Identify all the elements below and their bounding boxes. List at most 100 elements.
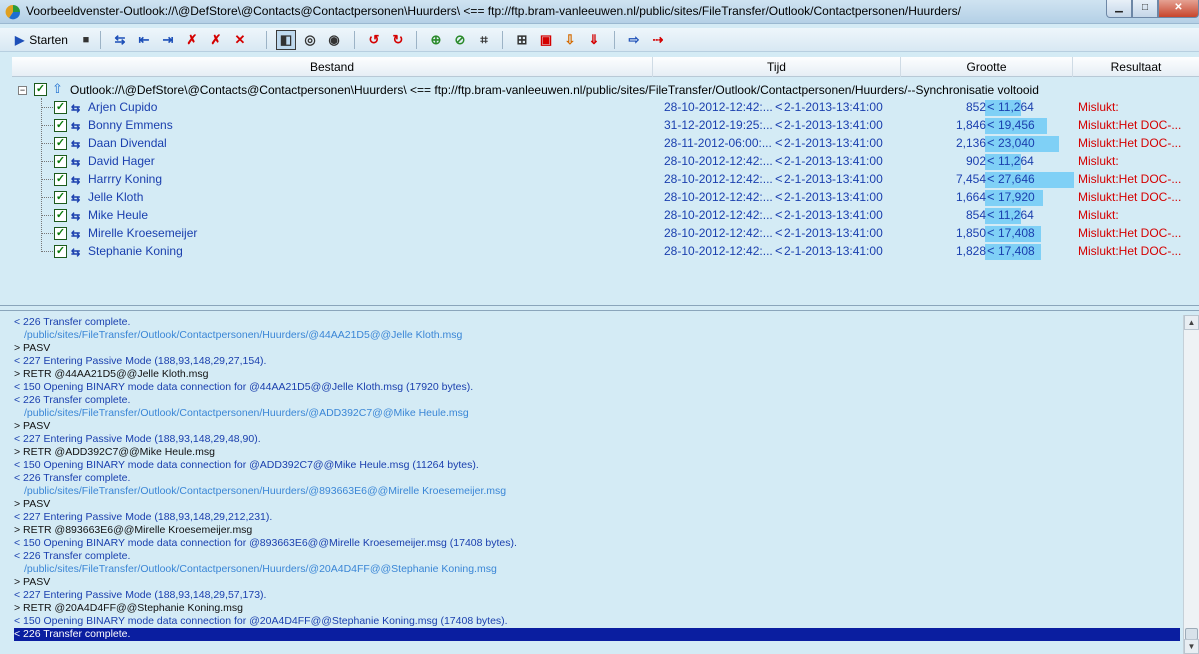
row-time-remote: 2-1-2013-13:41:00 [784,118,883,132]
upload-icon[interactable]: ⇥ [158,30,178,50]
log-line[interactable]: < 150 Opening BINARY mode data connectio… [14,537,1180,550]
view-changes-icon[interactable]: ◎ [300,30,320,50]
log-line[interactable]: /public/sites/FileTransfer/Outlook/Conta… [14,407,1180,420]
force-down-icon[interactable]: ⇓ [584,30,604,50]
root-checkbox[interactable]: ✓ [34,83,47,96]
row-checkbox[interactable]: ✓ [54,173,67,186]
scroll-down-button[interactable]: ▼ [1184,639,1199,654]
tree-view-icon[interactable]: ⊞ [512,30,532,50]
collapse-icon[interactable]: − [18,86,27,95]
log-line-selected[interactable]: < 226 Transfer complete. [14,628,1180,641]
view-conflicts-icon[interactable]: ◉ [324,30,344,50]
log-line[interactable]: > RETR @44AA21D5@@Jelle Kloth.msg [14,368,1180,381]
log-line[interactable]: > PASV [14,576,1180,589]
row-checkbox[interactable]: ✓ [54,227,67,240]
row-size-local: 1,828 [955,244,986,258]
tree-row[interactable]: ✓ ⇆ Arjen Cupido 28-10-2012-12:42:... <2-1-2… [12,99,1192,117]
row-result: Mislukt: [1078,154,1119,168]
scroll-up-button[interactable]: ▲ [1184,315,1199,330]
column-grootte[interactable]: Grootte [901,57,1073,77]
column-bestand[interactable]: Bestand [12,57,653,77]
column-resultaat[interactable]: Resultaat [1073,57,1199,77]
sync-direction-icon: ⇆ [71,121,81,133]
minimize-button[interactable]: ▁ [1106,0,1132,18]
select-all-icon[interactable]: ▣ [536,30,556,50]
row-checkbox[interactable]: ✓ [54,119,67,132]
tree-row[interactable]: ✓ ⇆ Mirelle Kroesemeijer 28-10-2012-12:42:.… [12,225,1192,243]
row-checkbox[interactable]: ✓ [54,209,67,222]
log-line[interactable]: > PASV [14,498,1180,511]
log-line[interactable]: < 150 Opening BINARY mode data connectio… [14,381,1180,394]
sync-both-icon[interactable]: ⇆ [110,30,130,50]
row-time-remote: 2-1-2013-13:41:00 [784,226,883,240]
row-name: Mirelle Kroesemeijer [88,226,198,240]
tree-row[interactable]: ✓ ⇆ Bonny Emmens 31-12-2012-19:25:... <2-1-2… [12,117,1192,135]
log-line[interactable]: > RETR @20A4D4FF@@Stephanie Koning.msg [14,602,1180,615]
row-checkbox[interactable]: ✓ [54,137,67,150]
tree-root[interactable]: − ✓ ⇧ Outlook://\@DefStore\@Contacts@Con… [12,81,1192,98]
log-line[interactable]: < 227 Entering Passive Mode (188,93,148,… [14,355,1180,368]
row-result: Mislukt: [1078,208,1119,222]
log-line[interactable]: < 227 Entering Passive Mode (188,93,148,… [14,589,1180,602]
delete-local-icon[interactable]: ✗ [182,30,202,50]
start-button[interactable]: ▶ Starten [12,30,76,50]
log-line[interactable]: /public/sites/FileTransfer/Outlook/Conta… [14,485,1180,498]
restore-local-icon[interactable]: ↺ [364,30,384,50]
compare-local-icon[interactable]: ⊕ [426,30,446,50]
tree-row[interactable]: ✓ ⇆ David Hager 28-10-2012-12:42:... <2-1-20… [12,153,1192,171]
log-line[interactable]: /public/sites/FileTransfer/Outlook/Conta… [14,563,1180,576]
log-line[interactable]: < 227 Entering Passive Mode (188,93,148,… [14,433,1180,446]
row-checkbox[interactable]: ✓ [54,245,67,258]
tree-row[interactable]: ✓ ⇆ Daan Divendal 28-11-2012-06:00:... <2-1-… [12,135,1192,153]
maximize-button[interactable]: □ [1132,0,1158,18]
stop-button[interactable]: ■ [76,30,96,50]
direction-icon: < [987,189,995,204]
direction-icon: < [775,99,783,114]
log-line[interactable]: > RETR @ADD392C7@@Mike Heule.msg [14,446,1180,459]
download-icon[interactable]: ⇤ [134,30,154,50]
log-line[interactable]: < 226 Transfer complete. [14,550,1180,563]
pane-splitter[interactable] [0,305,1199,311]
log-line[interactable]: > PASV [14,342,1180,355]
compare-remote-icon[interactable]: ⊘ [450,30,470,50]
log-scrollbar[interactable]: ▲ ▼ [1183,315,1199,654]
row-size-local: 854 [965,208,986,222]
clear-errors-icon[interactable]: ⇢ [648,30,668,50]
log-line[interactable]: < 150 Opening BINARY mode data connectio… [14,615,1180,628]
tree-row[interactable]: ✓ ⇆ Mike Heule 28-10-2012-12:42:... <2-1-201… [12,207,1192,225]
sync-direction-icon: ⇆ [71,247,81,259]
next-error-icon[interactable]: ⇨ [624,30,644,50]
restore-remote-icon[interactable]: ↻ [388,30,408,50]
log-line[interactable]: /public/sites/FileTransfer/Outlook/Conta… [14,329,1180,342]
row-checkbox[interactable]: ✓ [54,191,67,204]
tree-row[interactable]: ✓ ⇆ Harrry Koning 28-10-2012-12:42:... <2-1-… [12,171,1192,189]
log-line[interactable]: < 226 Transfer complete. [14,472,1180,485]
view-all-icon[interactable]: ◧ [276,30,296,50]
filter-icon[interactable]: ⌗ [474,30,494,50]
row-checkbox[interactable]: ✓ [54,155,67,168]
log-line[interactable]: > RETR @893663E6@@Mirelle Kroesemeijer.m… [14,524,1180,537]
file-tree: − ✓ ⇧ Outlook://\@DefStore\@Contacts@Con… [12,78,1199,304]
toolbar: ▶ Starten ■ ⇆ ⇤ ⇥ ✗ ✗ ✕ ◧ ◎ ◉ ↺ ↻ ⊕ ⊘ ⌗ ⊞ ▣ ⇩ ⇓ ⇨ ⇢ [0,28,1199,52]
column-tijd[interactable]: Tijd [653,57,901,77]
log-pane[interactable]: < 226 Transfer complete./public/sites/Fi… [12,315,1182,654]
close-button[interactable]: ✕ [1158,0,1199,18]
tree-row[interactable]: ✓ ⇆ Jelle Kloth 28-10-2012-12:42:... <2-1-20… [12,189,1192,207]
row-checkbox[interactable]: ✓ [54,101,67,114]
row-name: Harrry Koning [88,172,163,186]
tree-row[interactable]: ✓ ⇆ Stephanie Koning 28-10-2012-12:42:... <2… [12,243,1192,261]
sync-direction-icon: ⇆ [71,229,81,241]
delete-icon[interactable]: ✕ [230,30,250,50]
log-line[interactable]: < 227 Entering Passive Mode (188,93,148,… [14,511,1180,524]
skip-down-icon[interactable]: ⇩ [560,30,580,50]
log-line[interactable]: < 150 Opening BINARY mode data connectio… [14,459,1180,472]
log-line[interactable]: < 226 Transfer complete. [14,316,1180,329]
row-time-local: 28-10-2012-12:42:... [664,190,773,204]
row-time-remote: 2-1-2013-13:41:00 [784,154,883,168]
direction-icon: < [775,189,783,204]
log-line[interactable]: > PASV [14,420,1180,433]
log-line[interactable]: < 226 Transfer complete. [14,394,1180,407]
delete-remote-icon[interactable]: ✗ [206,30,226,50]
direction-icon: < [987,171,995,186]
row-time-local: 28-10-2012-12:42:... [664,226,773,240]
